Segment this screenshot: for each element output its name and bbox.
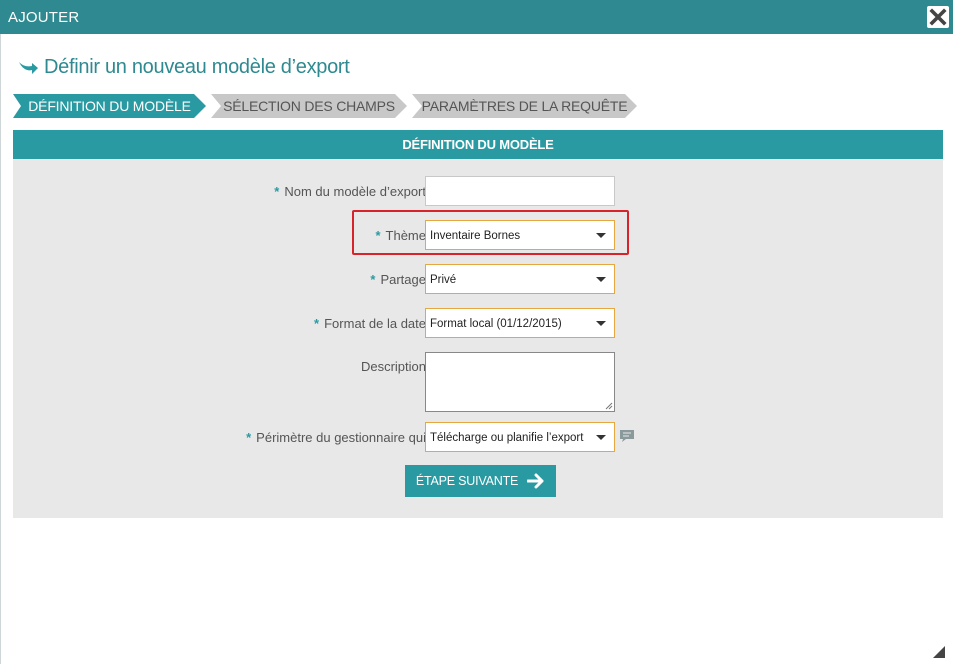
step-label: PARAMÈTRES DE LA REQUÊTE	[421, 98, 628, 114]
field-label: * Format de la date	[314, 316, 426, 331]
next-step-label: ÉTAPE SUIVANTE	[415, 474, 519, 488]
field-label: * Partage	[370, 272, 426, 287]
field-label: * Périmètre du gestionnaire qui	[246, 430, 426, 445]
required-marker: *	[370, 272, 376, 287]
label-text: Nom du modèle d’export	[284, 184, 426, 199]
label-text: Description	[360, 359, 426, 374]
required-marker: *	[314, 316, 320, 331]
caret-down-icon	[596, 277, 606, 282]
required-marker: *	[274, 184, 280, 199]
label-text: Partage	[380, 272, 426, 287]
step-definition-modele[interactable]: DÉFINITION DU MODÈLE	[13, 94, 206, 118]
dialog-title: AJOUTER	[8, 9, 80, 26]
label-text: Périmètre du gestionnaire qui	[256, 430, 426, 445]
required-marker: *	[246, 430, 252, 445]
arrow-right-icon	[527, 473, 544, 489]
wizard-steps: DÉFINITION DU MODÈLE SÉLECTION DES CHAMP…	[13, 94, 653, 118]
form-panel: DÉFINITION DU MODÈLE * Nom du modèle d’ex…	[13, 130, 943, 518]
caret-down-icon	[596, 321, 606, 326]
select-value: Privé	[430, 274, 457, 286]
label-text: Format de la date	[324, 316, 426, 331]
step-selection-champs[interactable]: SÉLECTION DES CHAMPS	[211, 94, 407, 118]
close-icon	[929, 8, 947, 26]
resize-handle-icon[interactable]	[605, 402, 613, 410]
panel-header: DÉFINITION DU MODÈLE	[13, 130, 943, 159]
next-step-button[interactable]: ÉTAPE SUIVANTE	[405, 465, 556, 497]
select-value: Format local (01/12/2015)	[430, 318, 562, 330]
window-resize-icon[interactable]	[933, 646, 945, 658]
perimetre-select[interactable]: Télécharge ou planifie l’export	[425, 422, 615, 452]
field-label: Description	[361, 359, 426, 374]
step-label: DÉFINITION DU MODÈLE	[28, 98, 191, 114]
format-date-select[interactable]: Format local (01/12/2015)	[425, 308, 615, 338]
caret-down-icon	[596, 435, 606, 440]
nom-modele-input[interactable]	[425, 176, 615, 206]
field-label: * Nom du modèle d’export	[274, 184, 426, 199]
step-label: SÉLECTION DES CHAMPS	[223, 98, 395, 114]
theme-highlight-box	[352, 210, 629, 255]
select-value: Télécharge ou planifie l’export	[430, 432, 584, 444]
step-parametres-requete[interactable]: PARAMÈTRES DE LA REQUÊTE	[412, 94, 637, 118]
dialog-titlebar: AJOUTER	[0, 0, 953, 34]
arrow-right-icon	[19, 61, 38, 74]
partage-select[interactable]: Privé	[425, 264, 615, 294]
comment-icon[interactable]	[619, 429, 635, 443]
page-title: Définir un nouveau modèle d’export	[44, 56, 350, 78]
dialog-left-border	[0, 34, 1, 664]
description-textarea[interactable]	[425, 352, 615, 412]
page-heading: Définir un nouveau modèle d’export	[17, 56, 350, 79]
close-button[interactable]	[927, 6, 949, 28]
